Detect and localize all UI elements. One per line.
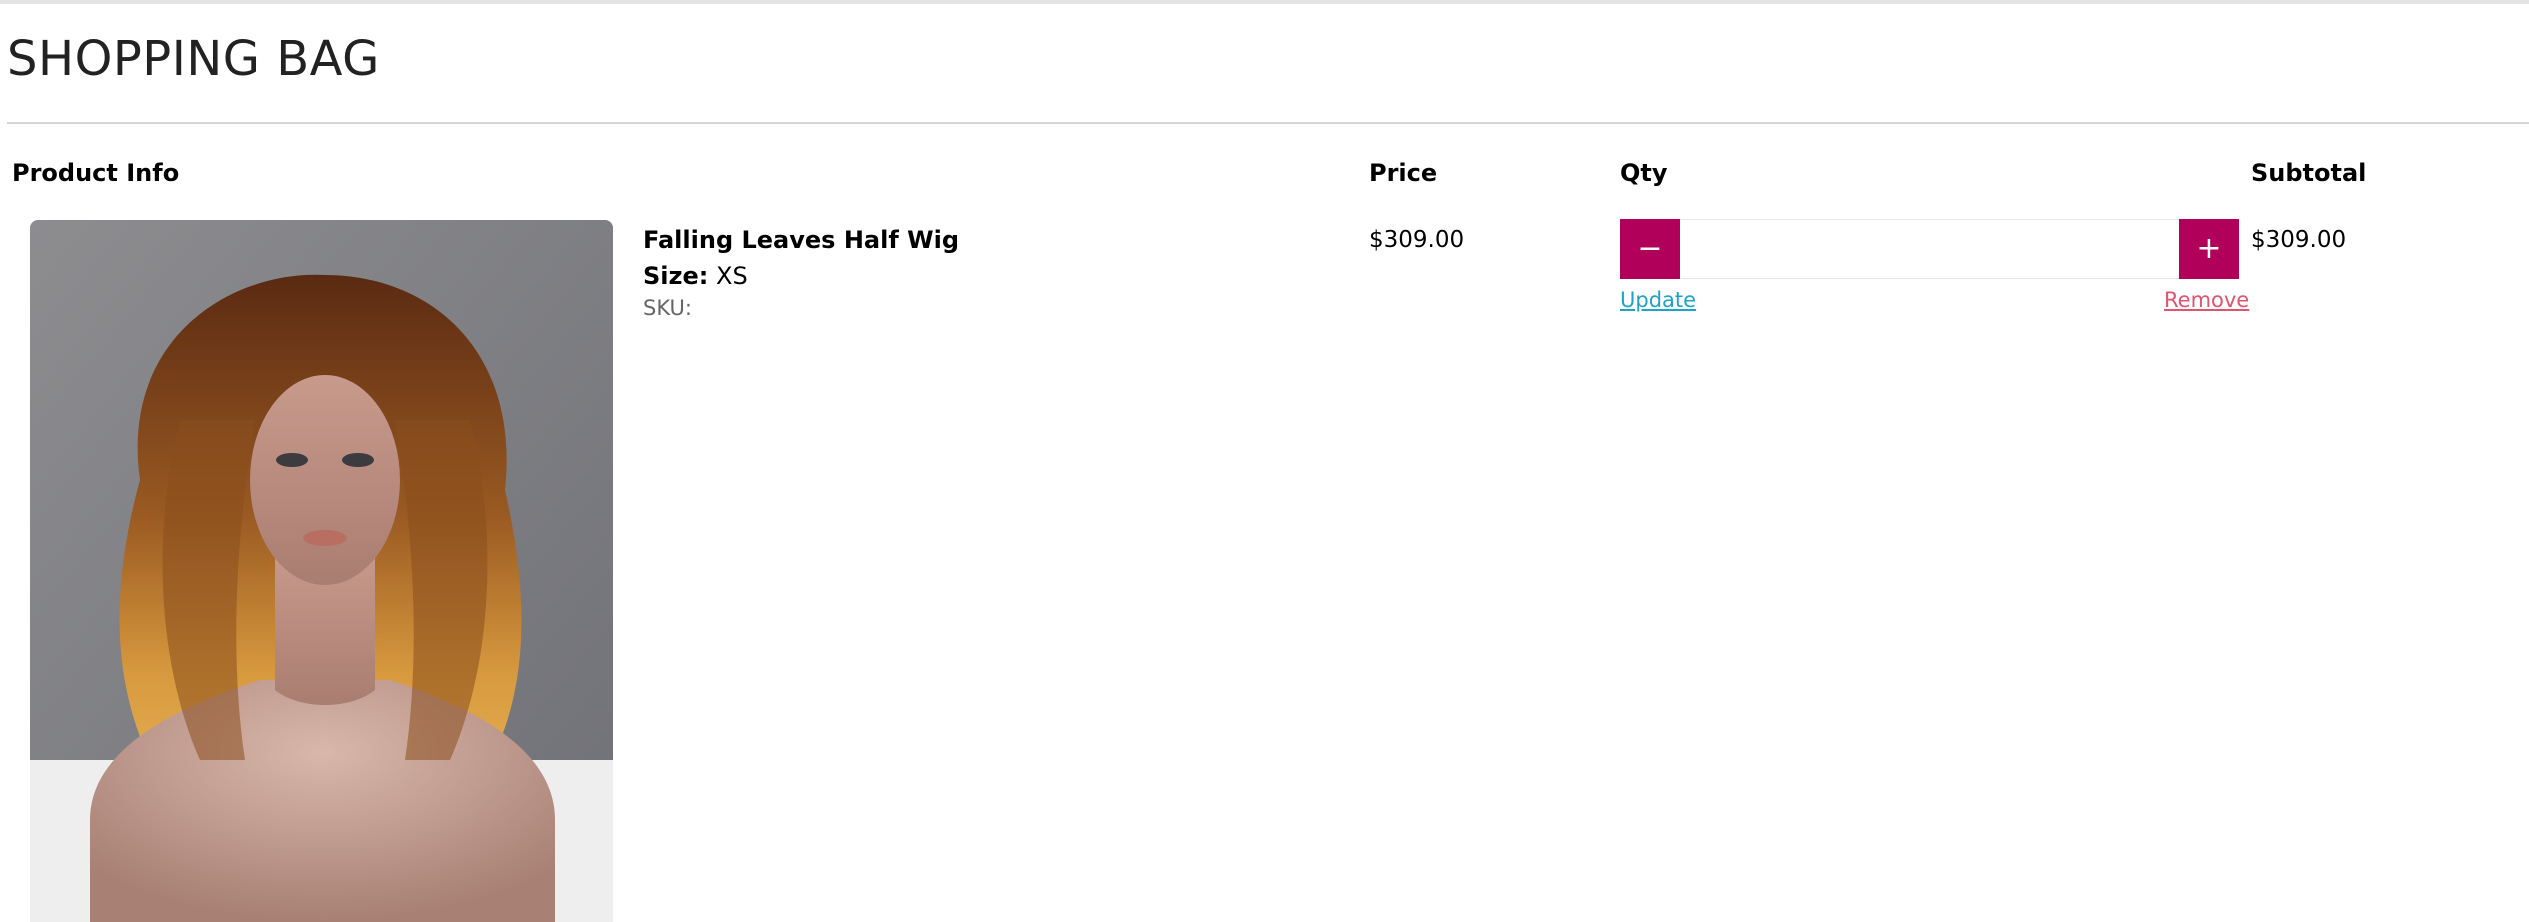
qty-minus-button[interactable]: − — [1620, 219, 1680, 279]
product-name[interactable]: Falling Leaves Half Wig — [643, 224, 959, 256]
item-subtotal: $309.00 — [2251, 227, 2347, 253]
product-image[interactable] — [30, 220, 613, 922]
title-divider — [7, 122, 2529, 124]
remove-link[interactable]: Remove — [2164, 286, 2249, 314]
qty-plus-button[interactable]: + — [2179, 219, 2239, 279]
size-label: Size: — [643, 262, 709, 290]
item-price: $309.00 — [1369, 227, 1465, 253]
page-title: SHOPPING BAG — [7, 31, 380, 87]
product-size: Size: XS — [643, 260, 748, 292]
product-sku: SKU: — [643, 296, 692, 320]
top-divider — [0, 0, 2529, 4]
header-product-info: Product Info — [12, 159, 180, 187]
qty-input[interactable] — [1680, 220, 2179, 278]
update-link[interactable]: Update — [1620, 286, 1696, 314]
header-qty: Qty — [1620, 159, 1668, 187]
size-value: XS — [716, 262, 748, 290]
header-subtotal: Subtotal — [2251, 159, 2367, 187]
header-price: Price — [1369, 159, 1438, 187]
